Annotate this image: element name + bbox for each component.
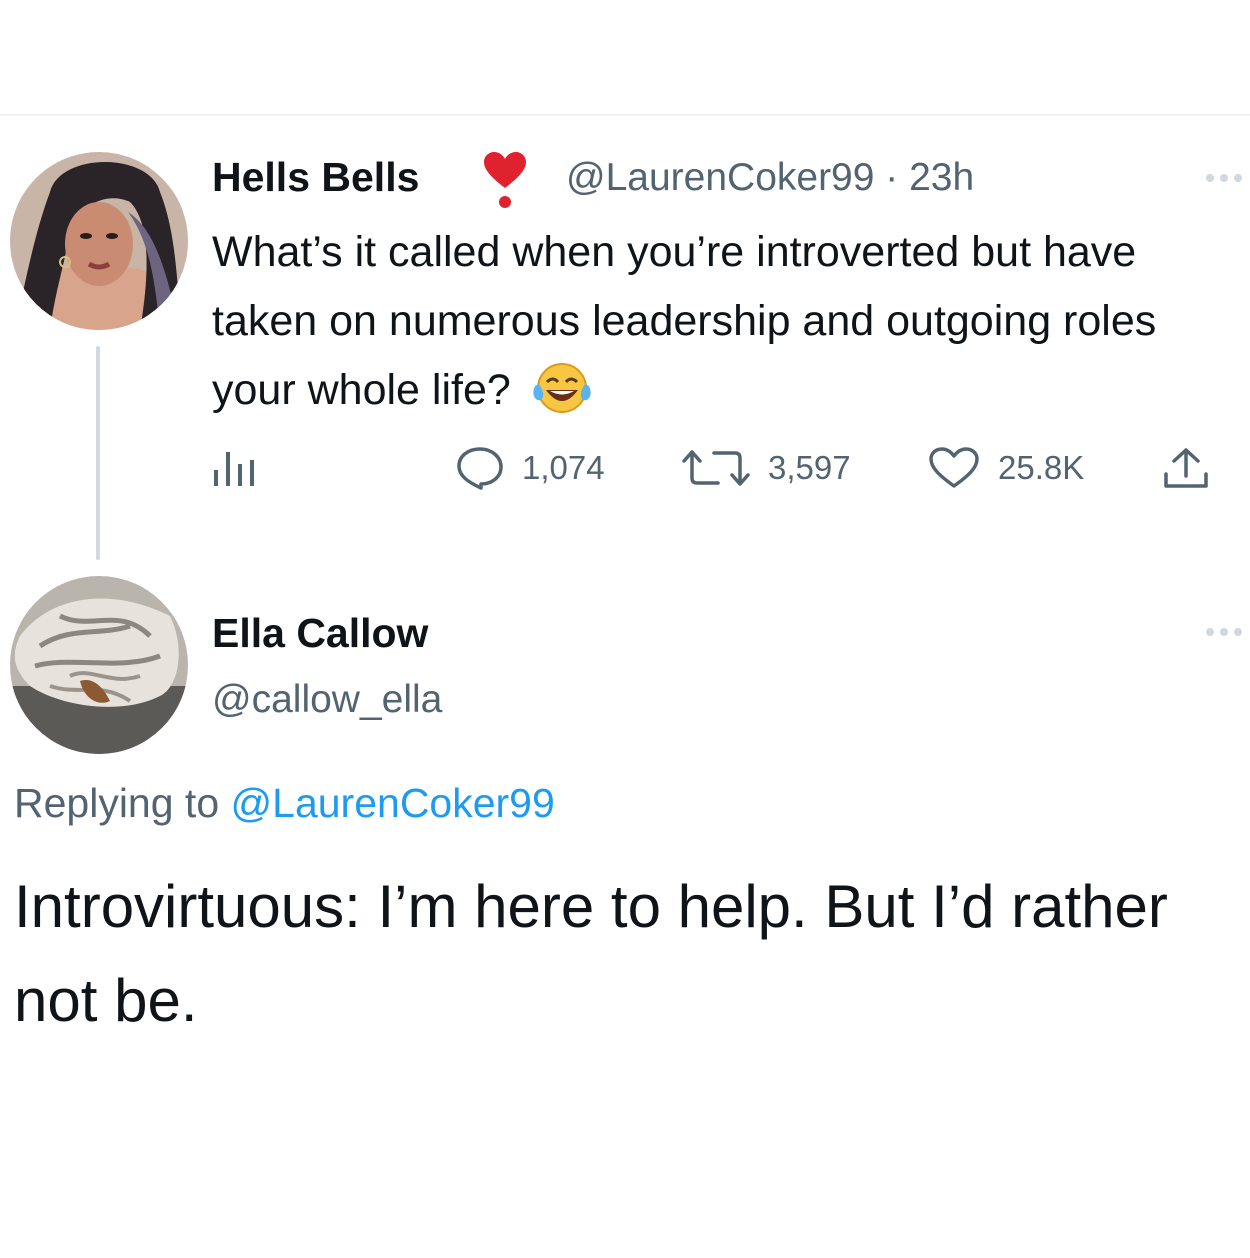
- more-options-icon[interactable]: [1204, 172, 1244, 184]
- reply-button[interactable]: 1,074: [456, 440, 605, 496]
- ella-callow-avatar[interactable]: [10, 576, 188, 754]
- replying-to-mention[interactable]: @LaurenCoker99: [231, 780, 555, 826]
- share-icon: [1164, 448, 1208, 488]
- replying-to-label: Replying to: [14, 780, 220, 826]
- top-divider: [0, 114, 1250, 116]
- red-heart-exclamation-icon: [484, 152, 526, 208]
- thread-connector-line: [96, 346, 100, 560]
- replying-to-line: Replying to @LaurenCoker99: [14, 780, 555, 827]
- tweet-author-handle-time[interactable]: @LaurenCoker99 · 23h: [566, 156, 974, 200]
- analytics-icon: [214, 452, 254, 486]
- retweet-button[interactable]: 3,597: [682, 440, 851, 496]
- tweet-author-name[interactable]: Hells Bells: [212, 154, 419, 201]
- reply-count: 1,074: [522, 449, 605, 486]
- like-button[interactable]: 25.8K: [928, 440, 1084, 496]
- face-with-tears-of-joy-icon: [533, 362, 591, 413]
- reply-author-name[interactable]: Ella Callow: [212, 610, 428, 657]
- share-button[interactable]: [1162, 440, 1228, 496]
- hells-bells-avatar[interactable]: [10, 152, 188, 330]
- analytics-button[interactable]: [212, 440, 276, 496]
- heart-icon: [929, 447, 979, 488]
- reply-text: Introvirtuous: I’m here to help. But I’d…: [14, 873, 1168, 1034]
- tweet-text: What’s it called when you’re introverted…: [212, 218, 1232, 425]
- tweet-text-content: What’s it called when you’re introverted…: [212, 228, 1157, 414]
- retweet-count: 3,597: [768, 449, 851, 486]
- reply-author-handle[interactable]: @callow_ella: [212, 678, 442, 722]
- tweet-screenshot: Hells Bells @LaurenCoker99 · 23h What’s …: [0, 0, 1250, 1258]
- like-count: 25.8K: [998, 449, 1085, 486]
- reply-bubble-icon: [457, 447, 503, 490]
- retweet-icon: [682, 450, 750, 486]
- more-options-icon[interactable]: [1204, 626, 1244, 638]
